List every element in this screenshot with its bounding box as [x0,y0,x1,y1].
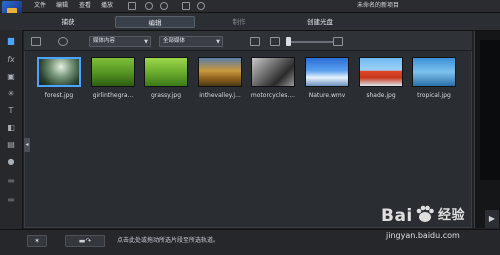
media-thumbnail[interactable] [91,57,135,87]
fx-room-icon[interactable]: fx [6,55,16,64]
media-label: shade.jpg [366,92,396,99]
paw-icon [416,205,434,222]
media-label: girlinthegra... [92,92,134,99]
grid-view-icon[interactable] [250,37,260,46]
zoom-out-icon[interactable] [270,37,280,46]
preview-window [480,40,500,180]
chapter-room-icon[interactable]: ▬ [6,176,16,185]
media-content-dropdown[interactable]: 媒体内容 ▼ [89,36,151,47]
pip-room-icon[interactable]: ▣ [6,72,16,81]
media-label: Nature.wmv [308,92,346,99]
audio-mix-room-icon[interactable]: ▤ [6,140,16,149]
menu-file[interactable]: 文件 [34,1,46,11]
tab-create-disc[interactable]: 创建光盘 [300,16,340,28]
chevron-down-icon: ▼ [144,39,148,45]
media-label: motorcycles.... [250,92,296,99]
subtitle-room-icon[interactable]: ▬ [6,195,16,204]
watermark-logo-text: Bai [381,206,413,226]
collapse-panel-handle[interactable]: ◂ [24,138,30,152]
tab-edit[interactable]: 编辑 [115,16,195,28]
media-thumbnail[interactable] [251,57,295,87]
media-label: grassy.jpg [150,92,182,99]
media-thumbnail[interactable] [144,57,188,87]
zoom-in-icon[interactable] [333,37,343,46]
media-filter-label: 全部媒体 [163,38,186,44]
title-room-icon[interactable]: T [6,106,16,115]
media-thumbnail[interactable] [412,57,456,87]
play-icon[interactable]: ▶ [485,210,499,228]
transition-room-icon[interactable]: ◧ [6,123,16,132]
settings-icon[interactable] [197,2,205,10]
media-content-label: 媒体内容 [93,38,116,44]
media-thumbnail[interactable] [305,57,349,87]
particle-room-icon[interactable]: ✳ [6,89,16,98]
import-media-icon[interactable] [31,37,41,46]
save-icon[interactable] [128,2,136,10]
undo-icon[interactable] [145,2,153,10]
media-thumbnail[interactable] [359,57,403,87]
add-to-timeline-icon[interactable]: ▬↷ [65,235,105,247]
drag-hint-text: 点击此处或拖动所选片段至所选轨道。 [117,237,220,244]
media-thumbnail[interactable] [198,57,242,87]
chevron-down-icon: ▼ [216,39,220,45]
media-label: forest.jpg [44,92,74,99]
zoom-slider[interactable] [289,41,333,43]
voiceover-room-icon[interactable]: ● [6,157,16,166]
menu-edit[interactable]: 编辑 [56,1,68,11]
zoom-slider-handle[interactable] [286,37,291,46]
tab-capture[interactable]: 捕获 [58,16,78,28]
watermark-logo: Bai [381,205,413,227]
media-label: tropical.jpg [417,92,451,99]
export-icon[interactable] [182,2,190,10]
redo-icon[interactable] [160,2,168,10]
project-title: 未命名的新项目 [356,2,399,9]
tab-produce[interactable]: 制作 [229,16,249,28]
media-thumbnail[interactable] [37,57,81,87]
watermark-suffix: 经验 [438,208,466,223]
menu-view[interactable]: 查看 [79,1,91,11]
watermark-url: jingyan.baidu.com [386,231,460,240]
media-room-icon[interactable]: ▆ [6,36,16,45]
plugin-icon[interactable] [58,37,68,46]
menu-play[interactable]: 播放 [101,1,113,11]
fix-enhance-icon[interactable]: ✶ [27,235,47,247]
media-filter-dropdown[interactable]: 全部媒体 ▼ [159,36,223,47]
media-label: inthevalley.j... [199,92,241,99]
